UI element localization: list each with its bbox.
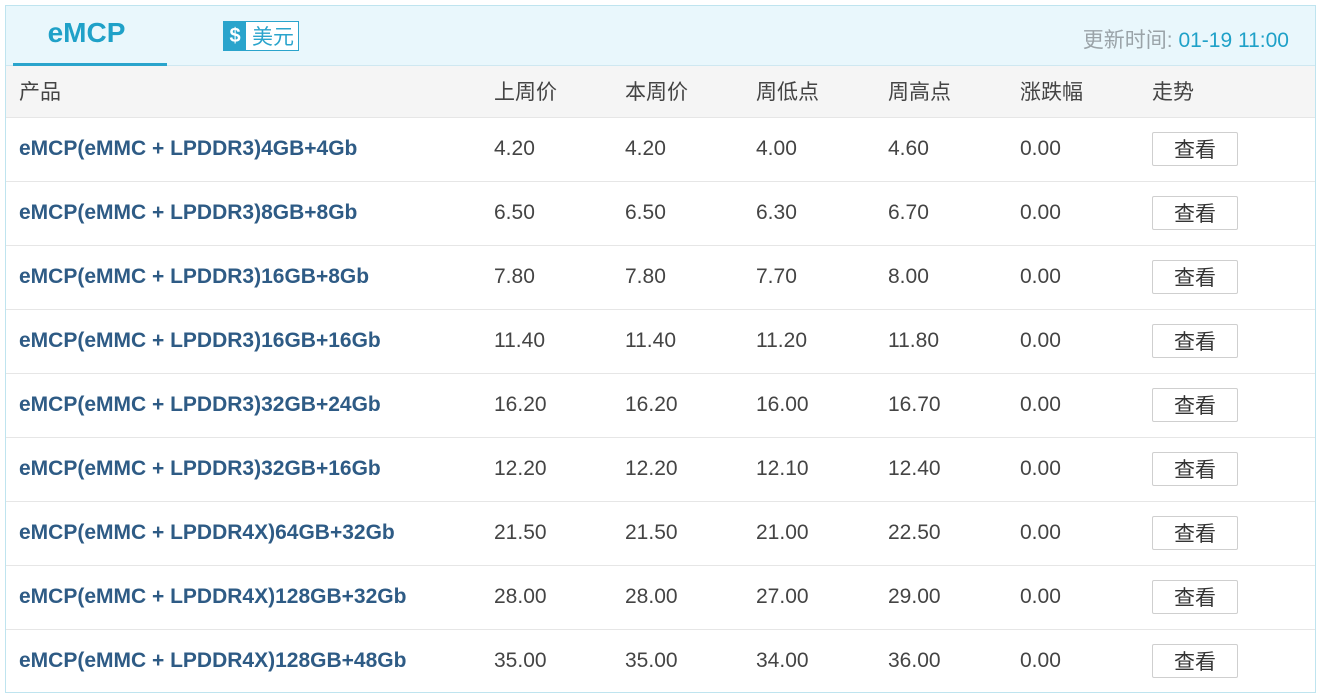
price-table: 产品 上周价 本周价 周低点 周高点 涨跌幅 走势 eMCP(eMMC + LP… [6,66,1315,693]
last-week-price: 35.00 [494,649,547,673]
col-header-last-week: 上周价 [494,81,557,105]
col-header-trend: 走势 [1152,81,1194,105]
product-name[interactable]: eMCP(eMMC + LPDDR4X)64GB+32Gb [19,521,395,544]
product-name[interactable]: eMCP(eMMC + LPDDR3)16GB+16Gb [19,329,381,352]
this-week-price: 35.00 [625,649,678,673]
change-percent: 0.00 [1020,329,1061,352]
product-name[interactable]: eMCP(eMMC + LPDDR3)16GB+8Gb [19,265,369,288]
table-row: eMCP(eMMC + LPDDR3)32GB+24Gb 16.20 16.20 16… [6,373,1315,437]
col-header-product: 产品 [19,81,61,105]
view-trend-button[interactable]: 查看 [1152,644,1238,679]
table-row: eMCP(eMMC + LPDDR3)4GB+4Gb 4.20 4.20 4.00 4.… [6,117,1315,181]
change-percent: 0.00 [1020,457,1061,480]
last-week-price: 6.50 [494,201,535,224]
week-high: 29.00 [888,585,941,608]
view-trend-button[interactable]: 查看 [1152,388,1238,422]
this-week-price: 4.20 [625,137,666,160]
product-name[interactable]: eMCP(eMMC + LPDDR3)32GB+16Gb [19,457,381,480]
table-row: eMCP(eMMC + LPDDR3)16GB+8Gb 7.80 7.80 7.70 8… [6,245,1315,309]
table-header-row: 产品 上周价 本周价 周低点 周高点 涨跌幅 走势 [6,66,1315,117]
price-panel: eMCP $ 美元 更新时间: 01-19 11:00 产品 上周价 本周价 周… [5,5,1316,693]
this-week-price: 21.50 [625,521,678,544]
week-high: 4.60 [888,137,929,160]
table-row: eMCP(eMMC + LPDDR4X)64GB+32Gb 21.50 21.50 2… [6,501,1315,565]
week-low: 11.20 [756,329,807,352]
change-percent: 0.00 [1020,137,1061,160]
week-low: 21.00 [756,521,809,544]
col-header-this-week: 本周价 [625,81,688,105]
week-low: 12.10 [756,457,809,480]
table-row: eMCP(eMMC + LPDDR3)8GB+8Gb 6.50 6.50 6.30 6.… [6,181,1315,245]
change-percent: 0.00 [1020,201,1061,224]
table-row: eMCP(eMMC + LPDDR3)16GB+16Gb 11.40 11.40 11… [6,309,1315,373]
product-name[interactable]: eMCP(eMMC + LPDDR4X)128GB+48Gb [19,649,406,672]
last-week-price: 16.20 [494,393,547,416]
week-low: 6.30 [756,201,797,224]
week-high: 8.00 [888,265,929,288]
panel-header: eMCP $ 美元 更新时间: 01-19 11:00 [6,6,1315,67]
this-week-price: 28.00 [625,585,678,608]
week-low: 27.00 [756,585,809,608]
view-trend-button[interactable]: 查看 [1152,260,1238,294]
change-percent: 0.00 [1020,649,1061,673]
view-trend-button[interactable]: 查看 [1152,132,1238,166]
week-high: 12.40 [888,457,941,480]
change-percent: 0.00 [1020,521,1061,544]
view-trend-button[interactable]: 查看 [1152,580,1238,614]
last-week-price: 28.00 [494,585,547,608]
view-trend-button[interactable]: 查看 [1152,516,1238,550]
product-name[interactable]: eMCP(eMMC + LPDDR3)4GB+4Gb [19,137,357,160]
product-name[interactable]: eMCP(eMMC + LPDDR3)32GB+24Gb [19,393,381,416]
product-name[interactable]: eMCP(eMMC + LPDDR3)8GB+8Gb [19,201,357,224]
view-trend-button[interactable]: 查看 [1152,196,1238,230]
last-week-price: 4.20 [494,137,535,160]
update-time-prefix: 更新时间: [1082,29,1179,52]
change-percent: 0.00 [1020,585,1061,608]
last-week-price: 21.50 [494,521,547,544]
week-low: 16.00 [756,393,809,416]
week-high: 22.50 [888,521,941,544]
week-low: 34.00 [756,649,809,673]
last-week-price: 12.20 [494,457,547,480]
week-high: 36.00 [888,649,941,673]
update-time-value: 01-19 11:00 [1178,29,1289,52]
week-low: 7.70 [756,265,797,288]
currency-label: 美元 [252,26,294,49]
update-time: 更新时间: 01-19 11:00 [1083,24,1289,54]
col-header-week-low: 周低点 [756,81,819,105]
last-week-price: 11.40 [494,329,545,352]
view-trend-button[interactable]: 查看 [1152,452,1238,486]
this-week-price: 11.40 [625,329,676,352]
currency-toggle[interactable]: $ 美元 [223,21,299,51]
this-week-price: 7.80 [625,265,666,288]
week-high: 11.80 [888,329,939,352]
week-low: 4.00 [756,137,797,160]
change-percent: 0.00 [1020,265,1061,288]
table-row: eMCP(eMMC + LPDDR4X)128GB+32Gb 28.00 28.00… [6,565,1315,629]
dollar-icon: $ [224,22,246,50]
table-row: eMCP(eMMC + LPDDR3)32GB+16Gb 12.20 12.20 12… [6,437,1315,501]
tab-emcp[interactable]: eMCP [6,6,167,67]
view-trend-button[interactable]: 查看 [1152,324,1238,358]
last-week-price: 7.80 [494,265,535,288]
this-week-price: 16.20 [625,393,678,416]
col-header-week-high: 周高点 [888,81,951,105]
product-name[interactable]: eMCP(eMMC + LPDDR4X)128GB+32Gb [19,585,406,608]
change-percent: 0.00 [1020,393,1061,416]
table-row: eMCP(eMMC + LPDDR4X)128GB+48Gb 35.00 35.00… [6,629,1315,693]
week-high: 6.70 [888,201,929,224]
week-high: 16.70 [888,393,941,416]
col-header-change: 涨跌幅 [1020,81,1083,105]
this-week-price: 6.50 [625,201,666,224]
this-week-price: 12.20 [625,457,678,480]
